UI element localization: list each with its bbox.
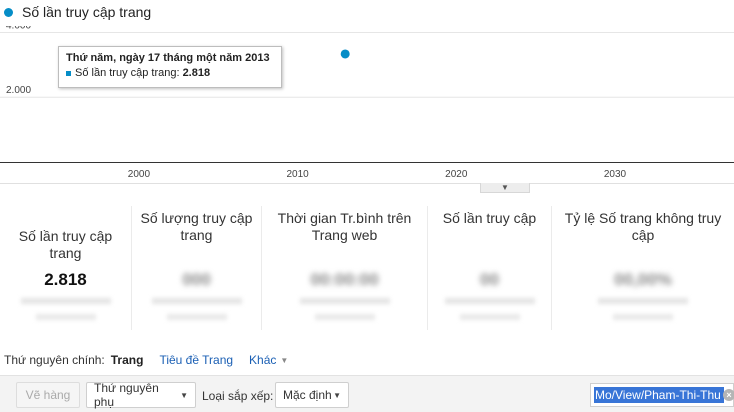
metric-subtext-blurred — [151, 298, 242, 304]
primary-dimension-label: Thứ nguyên chính: — [4, 353, 105, 367]
metric-label: Tỷ lệ Số trang không truy cập — [564, 210, 722, 243]
metric-subtext-blurred — [459, 314, 520, 320]
dimension-other-label: Khác — [249, 353, 277, 367]
tooltip-title: Thứ năm, ngày 17 tháng một năm 2013 — [66, 52, 270, 64]
chart-collapse-toggle[interactable]: ▼ — [480, 183, 530, 193]
metric-value: 00 — [480, 270, 499, 289]
legend-dot-icon — [4, 7, 13, 17]
data-point — [340, 49, 350, 59]
chart-legend: Số lần truy cập trang — [4, 4, 151, 20]
sort-type-select[interactable]: Mặc định ▼ — [275, 382, 349, 408]
metric-subtext-blurred — [299, 298, 390, 304]
metric-subtext-blurred — [598, 298, 688, 304]
metric-subtext-blurred — [613, 314, 673, 320]
table-search-input[interactable] — [594, 387, 724, 403]
metric-subtext-blurred — [20, 298, 111, 304]
metric-pageviews[interactable]: Số lần truy cập trang 2.818 — [0, 206, 132, 330]
tooltip-series-label: Số lần truy cập trang: — [75, 67, 180, 79]
chevron-down-icon: ▼ — [501, 182, 509, 192]
metric-value: 00,00% — [614, 270, 672, 289]
secondary-dimension-select[interactable]: Thứ nguyên phụ ▼ — [86, 381, 196, 409]
metric-unique-pageviews[interactable]: Số lượng truy cập trang 000 — [132, 206, 262, 330]
x-tick-label: 2030 — [604, 169, 627, 180]
caret-down-icon: ▼ — [180, 390, 188, 400]
legend-label: Số lần truy cập trang — [22, 4, 152, 20]
clear-search-icon[interactable]: × — [723, 389, 734, 401]
table-search-box[interactable]: × — [590, 383, 734, 407]
metric-subtext-blurred — [444, 298, 535, 304]
dimension-other-dropdown[interactable]: Khác ▼ — [249, 353, 288, 367]
sort-type-label: Loại sắp xếp: — [202, 389, 274, 403]
metric-subtext-blurred — [314, 314, 375, 320]
metrics-summary: Số lần truy cập trang 2.818 Số lượng tru… — [0, 206, 734, 330]
x-tick-label: 2020 — [445, 169, 468, 180]
metric-label: Thời gian Tr.bình trên Trang web — [277, 210, 412, 243]
dimension-page-active[interactable]: Trang — [111, 353, 144, 367]
metric-value: 2.818 — [44, 270, 87, 289]
chart-tooltip: Thứ năm, ngày 17 tháng một năm 2013 Số l… — [58, 46, 282, 88]
tooltip-swatch-icon — [66, 70, 71, 76]
tooltip-value: 2.818 — [182, 67, 211, 79]
tooltip-row: Số lần truy cập trang: 2.818 — [66, 67, 274, 79]
primary-dimension-bar: Thứ nguyên chính: Trang Tiêu đề Trang Kh… — [0, 348, 288, 372]
metric-subtext-blurred — [166, 314, 227, 320]
metric-value: 00:00:00 — [310, 270, 379, 289]
metric-entrances[interactable]: Số lần truy cập 00 — [428, 206, 552, 330]
table-toolbar: Vẽ hàng Thứ nguyên phụ ▼ Loại sắp xếp: M… — [0, 375, 734, 412]
metric-label: Số lần truy cập trang — [18, 228, 113, 261]
metric-subtext-blurred — [35, 314, 96, 320]
x-tick-label: 2010 — [286, 169, 309, 180]
caret-down-icon: ▼ — [333, 390, 341, 400]
x-tick-label: 2000 — [128, 169, 151, 180]
metric-avg-time-on-page[interactable]: Thời gian Tr.bình trên Trang web 00:00:0… — [262, 206, 428, 330]
caret-down-icon: ▼ — [280, 355, 289, 365]
sort-type-value: Mặc định — [283, 388, 332, 402]
y-tick-label: 4.000 — [6, 26, 31, 31]
metric-bounce-rate[interactable]: Tỷ lệ Số trang không truy cập 00,00% — [552, 206, 734, 330]
secondary-dimension-label: Thứ nguyên phụ — [94, 381, 159, 409]
plot-rows-button[interactable]: Vẽ hàng — [16, 382, 80, 408]
metric-label: Số lượng truy cập trang — [140, 210, 253, 243]
dimension-page-title-link[interactable]: Tiêu đề Trang — [159, 353, 233, 367]
metric-label: Số lần truy cập — [442, 210, 537, 226]
y-tick-label: 2.000 — [6, 85, 31, 96]
metric-value: 000 — [182, 270, 211, 289]
